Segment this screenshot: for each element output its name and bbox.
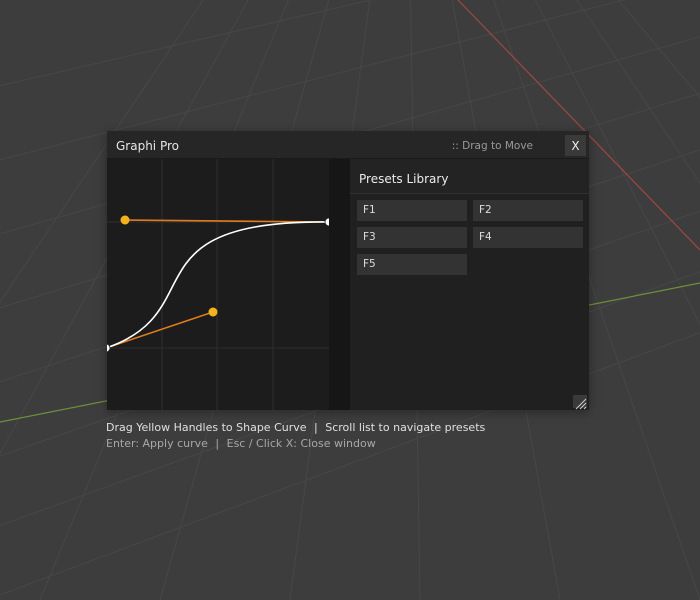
status-hint-scroll: Scroll list to navigate presets <box>325 421 486 434</box>
preset-f4[interactable]: F4 <box>473 227 583 248</box>
graphi-pro-window: Graphi Pro :: Drag to Move X Presets Lib… <box>107 131 589 410</box>
yellow-handle-end[interactable] <box>120 215 130 225</box>
yellow-handle-start[interactable] <box>208 307 218 317</box>
close-icon: X <box>571 138 580 153</box>
preset-f3[interactable]: F3 <box>357 227 467 248</box>
window-title: Graphi Pro <box>116 139 179 153</box>
end-point[interactable] <box>324 217 329 227</box>
presets-header: Presets Library <box>350 159 589 194</box>
handle-line-start <box>107 311 214 349</box>
preset-f5[interactable]: F5 <box>357 254 467 275</box>
curve-path <box>107 221 329 349</box>
status-line-primary: Drag Yellow Handles to Shape Curve | Scr… <box>106 421 485 435</box>
start-point[interactable] <box>107 343 111 353</box>
title-bar[interactable]: Graphi Pro :: Drag to Move X <box>107 131 589 159</box>
status-hint-apply: Enter: Apply curve <box>106 437 208 450</box>
presets-library[interactable]: Presets Library F1 F2 F3 F4 F5 <box>350 159 589 410</box>
presets-title: Presets Library <box>359 172 449 186</box>
status-hint-close: Esc / Click X: Close window <box>226 437 376 450</box>
status-separator: | <box>314 421 318 434</box>
close-button[interactable]: X <box>565 135 586 156</box>
status-separator: | <box>215 437 220 450</box>
resize-grip-icon <box>575 398 587 410</box>
preset-f1[interactable]: F1 <box>357 200 467 221</box>
status-line-secondary: Enter: Apply curve | Esc / Click X: Clos… <box>106 437 376 451</box>
status-hint-handles: Drag Yellow Handles to Shape Curve <box>106 421 307 434</box>
drag-hint: :: Drag to Move <box>451 140 533 152</box>
preset-f2[interactable]: F2 <box>473 200 583 221</box>
resize-handle[interactable] <box>573 395 587 410</box>
curve-editor[interactable] <box>107 159 329 410</box>
